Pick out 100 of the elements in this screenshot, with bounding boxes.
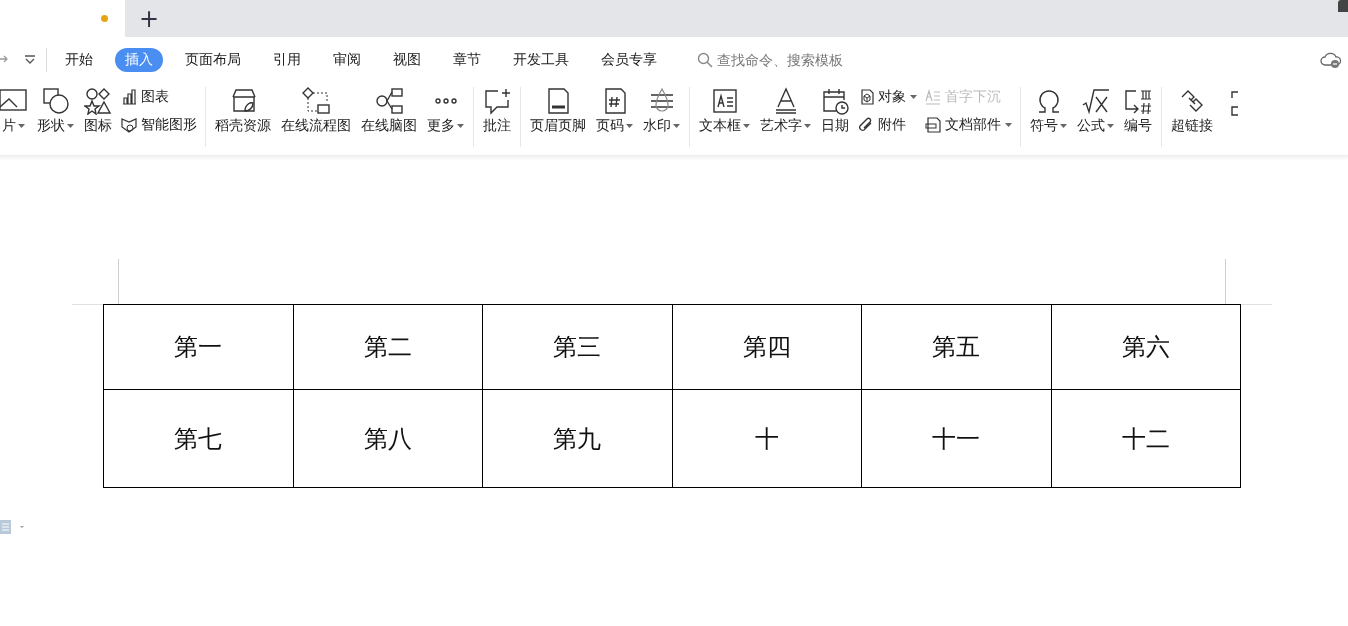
button-label: 水印 bbox=[643, 117, 671, 135]
table-cell: 十一 bbox=[861, 389, 1051, 488]
dropdown-icon[interactable] bbox=[24, 55, 36, 65]
bar-chart-icon bbox=[121, 89, 137, 105]
ribbon-button[interactable]: 附件 bbox=[856, 115, 919, 135]
menu-tab[interactable]: 开始 bbox=[55, 48, 103, 72]
table-cell: 十二 bbox=[1051, 389, 1241, 488]
ribbon-button[interactable]: 日期 bbox=[818, 83, 852, 139]
ribbon-button[interactable]: 艺术字 bbox=[757, 83, 814, 139]
ribbon-button[interactable]: 文本框 bbox=[696, 83, 753, 139]
button-label: 符号 bbox=[1030, 117, 1058, 135]
table-cell: 第八 bbox=[293, 389, 483, 488]
table-cell: 第九 bbox=[482, 389, 672, 488]
button-label: 艺术字 bbox=[760, 117, 802, 135]
mind-map-icon bbox=[375, 87, 403, 115]
menu-tab[interactable]: 会员专享 bbox=[591, 48, 667, 72]
menu-tab[interactable]: 开发工具 bbox=[503, 48, 579, 72]
button-label: 日期 bbox=[821, 117, 849, 135]
ribbon-button[interactable]: 符号 bbox=[1027, 83, 1070, 139]
ribbon-button[interactable]: 图标 bbox=[81, 83, 115, 139]
button-label: 页码 bbox=[596, 117, 624, 135]
button-label: 编号 bbox=[1124, 117, 1152, 135]
ribbon-button[interactable]: 对象 bbox=[856, 87, 919, 107]
ribbon-button[interactable]: 页眉页脚 bbox=[527, 83, 589, 139]
button-label: 对象 bbox=[878, 88, 906, 106]
button-label: 文档部件 bbox=[945, 116, 1001, 134]
caret-icon bbox=[1060, 124, 1067, 128]
cloud-icon[interactable] bbox=[1320, 51, 1342, 69]
caret-icon bbox=[17, 124, 25, 128]
ribbon-button[interactable]: 批注 bbox=[480, 83, 514, 139]
flowchart-icon bbox=[302, 87, 330, 115]
caret-icon bbox=[457, 124, 464, 128]
button-label: 公式 bbox=[1077, 117, 1105, 135]
table-cell: 第七 bbox=[103, 389, 293, 488]
ribbon-button[interactable]: 形状 bbox=[34, 83, 77, 139]
menu-tab[interactable]: 章节 bbox=[443, 48, 491, 72]
table-cell: 第四 bbox=[672, 304, 862, 390]
caret-icon bbox=[67, 124, 74, 128]
table-cell: 第五 bbox=[861, 304, 1051, 390]
ribbon-button[interactable]: 文档部件 bbox=[923, 115, 1014, 135]
table-cell: 第二 bbox=[293, 304, 483, 390]
ribbon-button[interactable]: 图表 bbox=[119, 87, 199, 107]
caret-icon bbox=[673, 124, 680, 128]
button-label: 片 bbox=[1, 117, 16, 135]
button-label: 在线流程图 bbox=[281, 117, 351, 135]
button-label: 图表 bbox=[141, 88, 169, 106]
window-control-icon[interactable] bbox=[1338, 0, 1348, 12]
table-cell: 第三 bbox=[482, 304, 672, 390]
button-label: 页眉页脚 bbox=[530, 117, 586, 135]
table-cell: 十 bbox=[672, 389, 862, 488]
formula-icon bbox=[1081, 87, 1110, 115]
menu-tab[interactable]: 页面布局 bbox=[175, 48, 251, 72]
button-label: 首字下沉 bbox=[945, 88, 1001, 106]
ribbon-button[interactable]: 稻壳资源 bbox=[212, 83, 274, 139]
button-label: 更多 bbox=[427, 117, 455, 135]
search-icon bbox=[697, 52, 713, 68]
ribbon-button[interactable]: 在线脑图 bbox=[358, 83, 420, 139]
button-label: 稻壳资源 bbox=[215, 117, 271, 135]
shapes-icon bbox=[41, 87, 70, 115]
ribbon-button[interactable]: 智能图形 bbox=[119, 115, 199, 135]
caret-icon bbox=[804, 124, 811, 128]
table-cell: 第六 bbox=[1051, 304, 1241, 390]
button-label: 在线脑图 bbox=[361, 117, 417, 135]
button-label: 批注 bbox=[483, 117, 511, 135]
new-tab-button[interactable]: + bbox=[135, 6, 164, 31]
ribbon-button[interactable]: 水印 bbox=[640, 83, 683, 139]
menu-tab[interactable]: 视图 bbox=[383, 48, 431, 72]
comment-icon bbox=[483, 87, 511, 115]
more-icon bbox=[434, 98, 457, 104]
unsaved-dot bbox=[101, 15, 108, 22]
icons-grid-icon bbox=[84, 87, 112, 115]
caret-icon bbox=[743, 124, 750, 128]
button-label: 图标 bbox=[84, 117, 112, 135]
paperclip-icon bbox=[858, 117, 874, 133]
table-cell: 第一 bbox=[103, 304, 293, 390]
caret-icon bbox=[626, 124, 633, 128]
text-box-icon bbox=[710, 87, 739, 115]
ribbon-button[interactable]: 更多 bbox=[424, 83, 467, 139]
button-label: 超链接 bbox=[1171, 117, 1213, 135]
caret-icon bbox=[1107, 124, 1114, 128]
button-label: 形状 bbox=[37, 117, 65, 135]
menu-tab[interactable]: 审阅 bbox=[323, 48, 371, 72]
drop-cap-icon bbox=[925, 89, 941, 105]
ribbon-button[interactable]: 在线流程图 bbox=[278, 83, 354, 139]
ribbon-button[interactable]: 页码 bbox=[593, 83, 636, 139]
calendar-clock-icon bbox=[821, 87, 849, 115]
ribbon-button[interactable]: 片 bbox=[0, 83, 30, 139]
ribbon-button[interactable]: 编号 bbox=[1121, 83, 1155, 139]
ribbon-button[interactable]: 公式 bbox=[1074, 83, 1117, 139]
caret-icon bbox=[1005, 123, 1012, 127]
numbering-icon bbox=[1124, 87, 1152, 115]
menu-tab[interactable]: 引用 bbox=[263, 48, 311, 72]
button-label: 附件 bbox=[878, 116, 906, 134]
caret-icon bbox=[910, 95, 917, 99]
store-icon bbox=[229, 87, 257, 115]
paste-options-icon[interactable] bbox=[0, 520, 26, 534]
ribbon-button[interactable]: 超链接 bbox=[1168, 83, 1216, 139]
document-parts-icon bbox=[925, 117, 941, 133]
button-label: 智能图形 bbox=[141, 116, 197, 134]
frame-icon bbox=[1230, 89, 1238, 117]
